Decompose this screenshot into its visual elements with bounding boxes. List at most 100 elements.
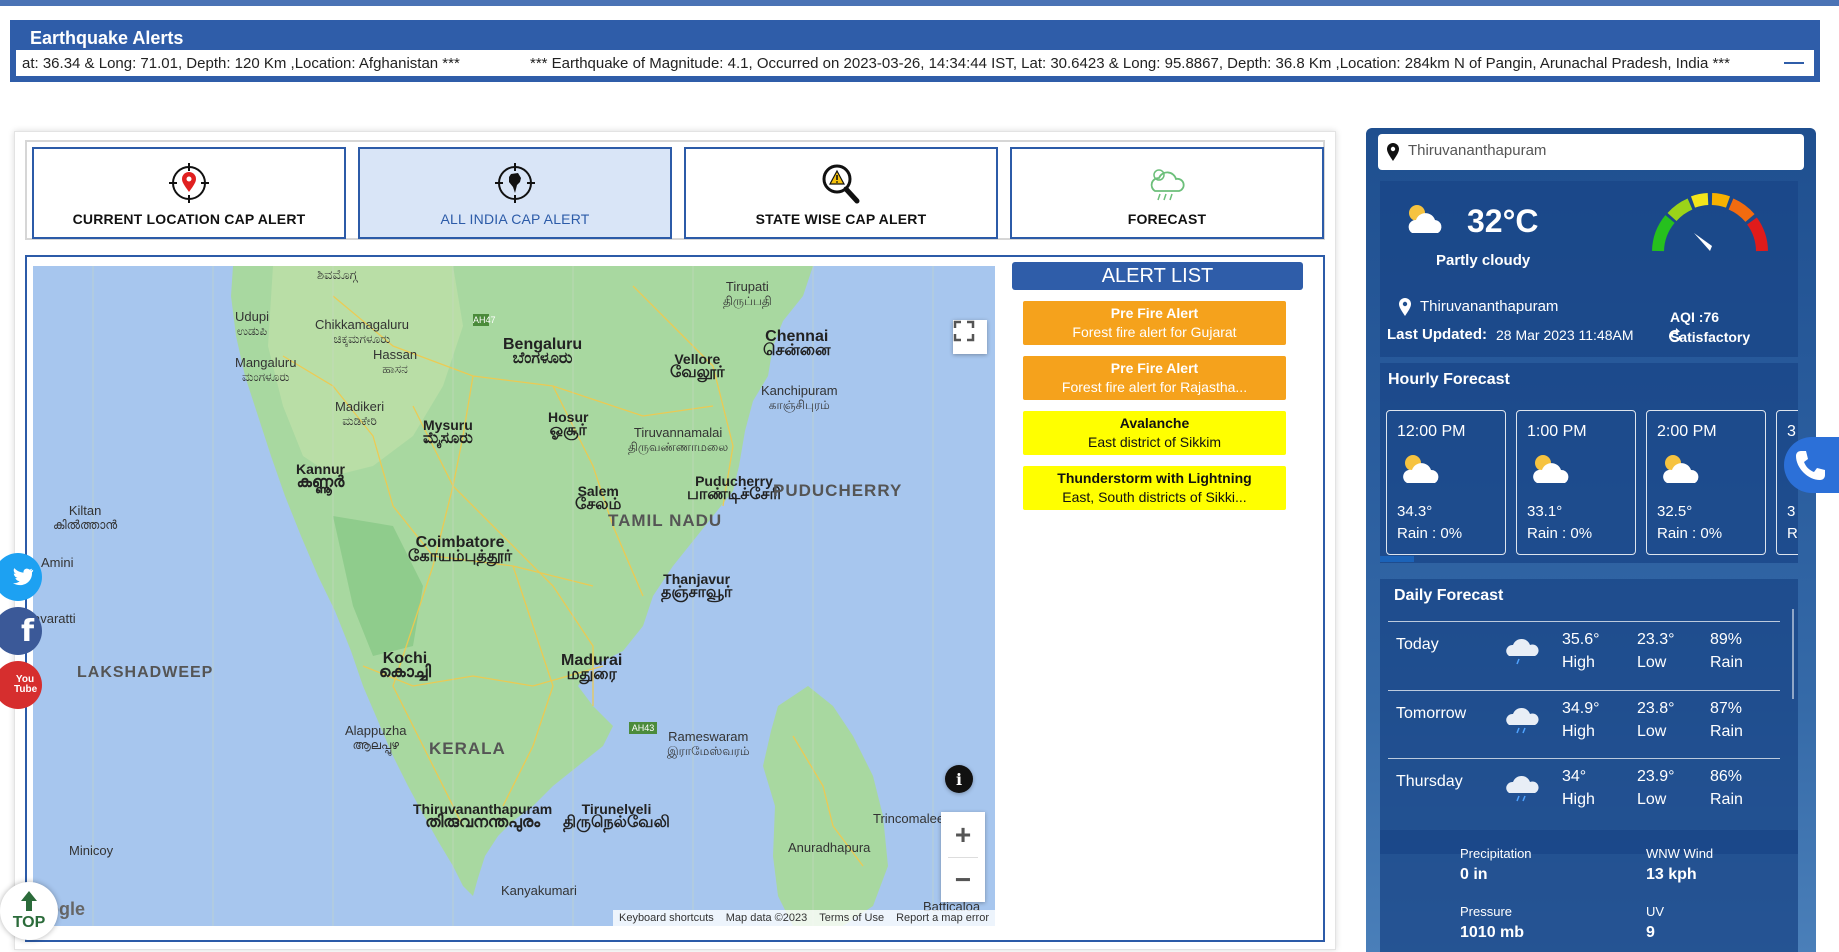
daily-day: Today [1396,636,1439,653]
uv-value: 9 [1646,924,1655,941]
daily-day: Tomorrow [1396,705,1467,722]
map-label-vellore: Vellore வேலூர் [670,351,725,381]
tab-label: STATE WISE CAP ALERT [755,211,927,227]
alert-item[interactable]: Thunderstorm with Lightning East, South … [1023,466,1286,510]
alert-desc: Forest fire alert for Gujarat [1072,324,1237,340]
map-label-alappuzha: Alappuzha ആലപ്പുഴ [345,723,407,753]
precipitation-label: Precipitation [1460,846,1532,861]
location-pin-icon [1399,298,1411,316]
back-to-top-button[interactable]: TOP [0,882,58,940]
map-label-shivamogga: ಶಿವಮೊಗ್ಗ [317,267,358,282]
alert-item[interactable]: Pre Fire Alert Forest fire alert for Guj… [1023,301,1286,345]
map-fullscreen-button[interactable] [953,320,987,354]
daily-low: 23.8° Low [1637,700,1675,740]
aqi-value: AQI :76 [1670,309,1720,325]
info-icon: i [955,769,963,789]
phone-icon [1796,451,1825,480]
tabs-bar: CURRENT LOCATION CAP ALERT ALL INDIA CAP… [25,140,1325,240]
top-accent-bar [0,0,1839,6]
location-pin-icon [169,163,209,203]
map-label-kiltan: Kiltan കിൽത്താൻ [53,503,118,533]
hourly-temp: 3 [1787,503,1796,520]
location-search-input[interactable] [1408,142,1788,159]
tab-forecast[interactable]: FORECAST [1010,147,1324,239]
map-label-puducherry: Puducherry பாண்டிச்சேரி [687,473,781,503]
up-arrow-icon [21,891,37,911]
ticker-item[interactable]: at: 36.34 & Long: 71.01, Depth: 120 Km ,… [22,55,460,72]
daily-rain: 86% Rain [1710,768,1743,808]
earthquake-alerts-title: Earthquake Alerts [30,28,184,48]
map-label-kannur: Kannur കണ്ണൂർ [296,461,345,491]
map-label-thanjavur: Thanjavur தஞ்சாவூர் [661,571,733,601]
facebook-icon: f [20,613,34,649]
map-data-text: Map data ©2023 [725,912,808,924]
map-label-tirunelveli: Tirunelveli திருநெல்வேலி [563,801,670,831]
map-label-bengaluru: Bengaluru ಬೆಂಗಳೂರು [503,336,583,367]
last-updated-label: Last Updated: [1387,326,1488,343]
alert-item[interactable]: Pre Fire Alert Forest fire alert for Raj… [1023,356,1286,400]
map-label-coimbatore: Coimbatore கோயம்புத்தூர் [408,534,513,565]
alert-title: Avalanche [1119,415,1190,431]
twitter-icon [12,568,34,586]
weather-details-card: Precipitation 0 in WNW Wind 13 kph Press… [1380,830,1798,952]
alert-title: Pre Fire Alert [1110,360,1199,376]
map-label-minicoy: Minicoy [69,843,114,858]
map-attribution: Keyboard shortcuts Map data ©2023 Terms … [612,910,995,926]
fullscreen-icon [953,320,975,342]
map-label-puducherry-state: PUDUCHERRY [773,481,903,500]
hourly-rain: Rain : 0% [1527,525,1593,542]
daily-row: Today 35.6° High 23.3° Low 89% Rain [1388,621,1780,687]
alert-title: Pre Fire Alert [1110,305,1199,321]
daily-high: 35.6° High [1562,631,1600,671]
daily-forecast-title: Daily Forecast [1394,587,1504,604]
india-alert-map[interactable]: Tirupati திருப்பதி ಶಿವಮೊಗ್ಗ Udupi ಉಡುಪಿ Ch… [33,266,995,926]
daily-low: 23.3° Low [1637,631,1675,671]
partly-cloudy-icon [1533,455,1569,483]
daily-scrollbar[interactable] [1792,609,1794,699]
earthquake-ticker: at: 36.34 & Long: 71.01, Depth: 120 Km ,… [16,50,1814,76]
map-label-trincomalee: Trincomalee [873,811,945,826]
terms-of-use-link[interactable]: Terms of Use [819,912,884,924]
map-label-madikeri: Madikeri ಮಡಿಕೇರಿ [335,399,385,429]
map-label-tamil-nadu: TAMIL NADU [608,511,723,530]
map-label-tiruvannamalai: Tiruvannamalai திருவண்ணாமலை [628,425,729,455]
hourly-item: 2:00 PM 32.5° Rain : 0% [1646,410,1766,555]
earthquake-alerts-banner: Earthquake Alerts at: 36.34 & Long: 71.0… [10,20,1820,82]
hourly-item: 12:00 PM 34.3° Rain : 0% [1386,410,1506,555]
map-label-thiruvananthapuram: Thiruvananthapuram തിരുവനന്തപുരം [413,801,553,831]
top-label: TOP [12,914,46,931]
tab-current-location-cap-alert[interactable]: CURRENT LOCATION CAP ALERT [32,147,346,239]
wind-value: 13 kph [1646,866,1697,883]
map-zoom-controls: + − [941,812,985,902]
magnifier-warning-icon [822,164,860,204]
location-search [1378,134,1804,170]
tab-label: CURRENT LOCATION CAP ALERT [72,211,306,227]
hourly-scrollbar[interactable] [1380,556,1414,562]
map-highway-ah43: AH43 [629,722,657,734]
refresh-icon[interactable] [1666,327,1684,345]
cloud-rain-icon [1150,169,1185,201]
hourly-rain: Rain : 0% [1657,525,1723,542]
map-label-salem: Salem சேலம் [575,483,622,513]
zoom-in-button[interactable]: + [955,813,971,857]
cloud-rain-icon [1506,775,1539,802]
tab-state-wise-cap-alert[interactable]: STATE WISE CAP ALERT [684,147,998,239]
last-updated-value: 28 Mar 2023 11:48AM [1496,327,1634,343]
hourly-forecast-card: Hourly Forecast 12:00 PM 34.3° Rain : 0%… [1380,363,1798,563]
hourly-time: 2:00 PM [1657,423,1717,440]
tab-all-india-cap-alert[interactable]: ALL INDIA CAP ALERT [358,147,672,239]
map-info-button[interactable]: i [945,765,973,793]
hourly-temp: 33.1° [1527,503,1563,520]
hourly-temp: 34.3° [1397,503,1433,520]
zoom-out-button[interactable]: − [955,858,971,902]
map-label-chennai: Chennai சென்னை [763,328,831,359]
map-label-madurai: Madurai மதுரை [561,652,623,683]
map-label-kanyakumari: Kanyakumari [501,883,577,898]
alert-item[interactable]: Avalanche East district of Sikkim [1023,411,1286,455]
ticker-item[interactable]: *** Earthquake of Magnitude: 4.1, Occurr… [530,55,1730,72]
call-button[interactable] [1784,437,1839,493]
map-label-lakshadweep: LAKSHADWEEP [77,664,214,681]
keyboard-shortcuts-link[interactable]: Keyboard shortcuts [619,912,714,924]
wind-label: WNW Wind [1646,846,1714,861]
report-map-error-link[interactable]: Report a map error [896,912,989,924]
